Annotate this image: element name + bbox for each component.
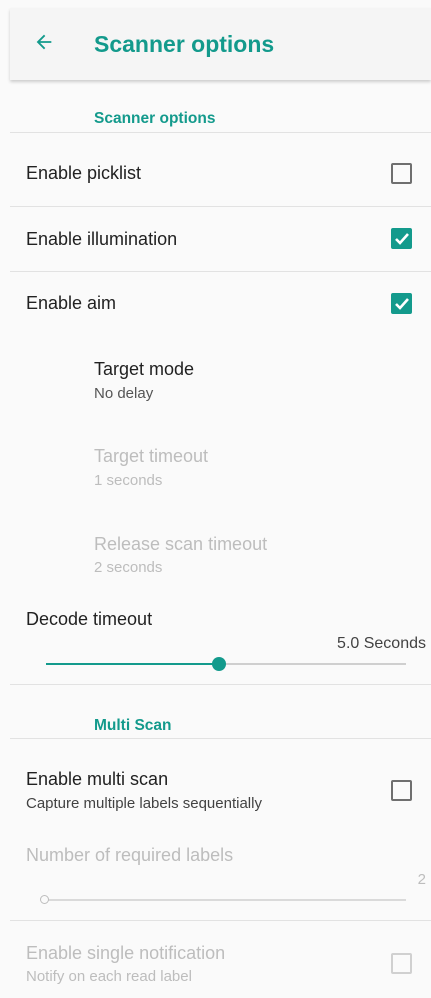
- check-icon: [395, 298, 409, 310]
- enable-multi-scan-checkbox[interactable]: [391, 780, 412, 801]
- section-header-scanner-options: Scanner options: [94, 110, 216, 127]
- release-scan-timeout-value: 2 seconds: [94, 559, 163, 576]
- target-timeout-label: Target timeout: [94, 446, 209, 466]
- release-scan-timeout-label: Release scan timeout: [94, 534, 268, 554]
- single-notification-checkbox: [391, 953, 412, 974]
- decode-timeout-value: 5.0 Seconds: [337, 635, 426, 652]
- slider-thumb[interactable]: [211, 657, 226, 671]
- required-labels-value: 2: [417, 871, 426, 888]
- decode-timeout-label: Decode timeout: [26, 609, 153, 629]
- enable-picklist-label: Enable picklist: [26, 163, 142, 183]
- enable-illumination-label: Enable illumination: [26, 229, 178, 249]
- enable-multi-scan-label: Enable multi scan: [26, 769, 169, 789]
- enable-aim-label: Enable aim: [26, 293, 117, 313]
- section-header-multi-scan: Multi Scan: [94, 717, 172, 734]
- single-notification-label: Enable single notification: [26, 943, 226, 963]
- divider: [10, 271, 431, 272]
- divider: [10, 206, 431, 207]
- app-bar: Scanner options: [10, 8, 431, 80]
- single-notification-summary: Notify on each read label: [26, 968, 192, 985]
- page-title: Scanner options: [94, 30, 275, 57]
- target-mode-value: No delay: [94, 385, 154, 402]
- divider: [10, 684, 431, 685]
- divider: [10, 920, 431, 921]
- slider-thumb: [40, 895, 49, 904]
- enable-multi-scan-summary: Capture multiple labels sequentially: [26, 795, 262, 812]
- enable-picklist-checkbox[interactable]: [391, 163, 412, 184]
- target-mode-label: Target mode: [94, 359, 195, 379]
- enable-aim-checkbox[interactable]: [391, 293, 412, 314]
- divider: [10, 738, 431, 739]
- enable-illumination-checkbox[interactable]: [391, 228, 412, 249]
- required-labels-label: Number of required labels: [26, 845, 234, 865]
- slider-track: [46, 899, 406, 901]
- check-icon: [395, 233, 409, 245]
- divider: [10, 132, 431, 133]
- target-timeout-value: 1 seconds: [94, 472, 163, 489]
- arrow-back-icon: [33, 31, 55, 58]
- back-button[interactable]: [24, 24, 64, 64]
- slider-track-fill: [46, 663, 219, 665]
